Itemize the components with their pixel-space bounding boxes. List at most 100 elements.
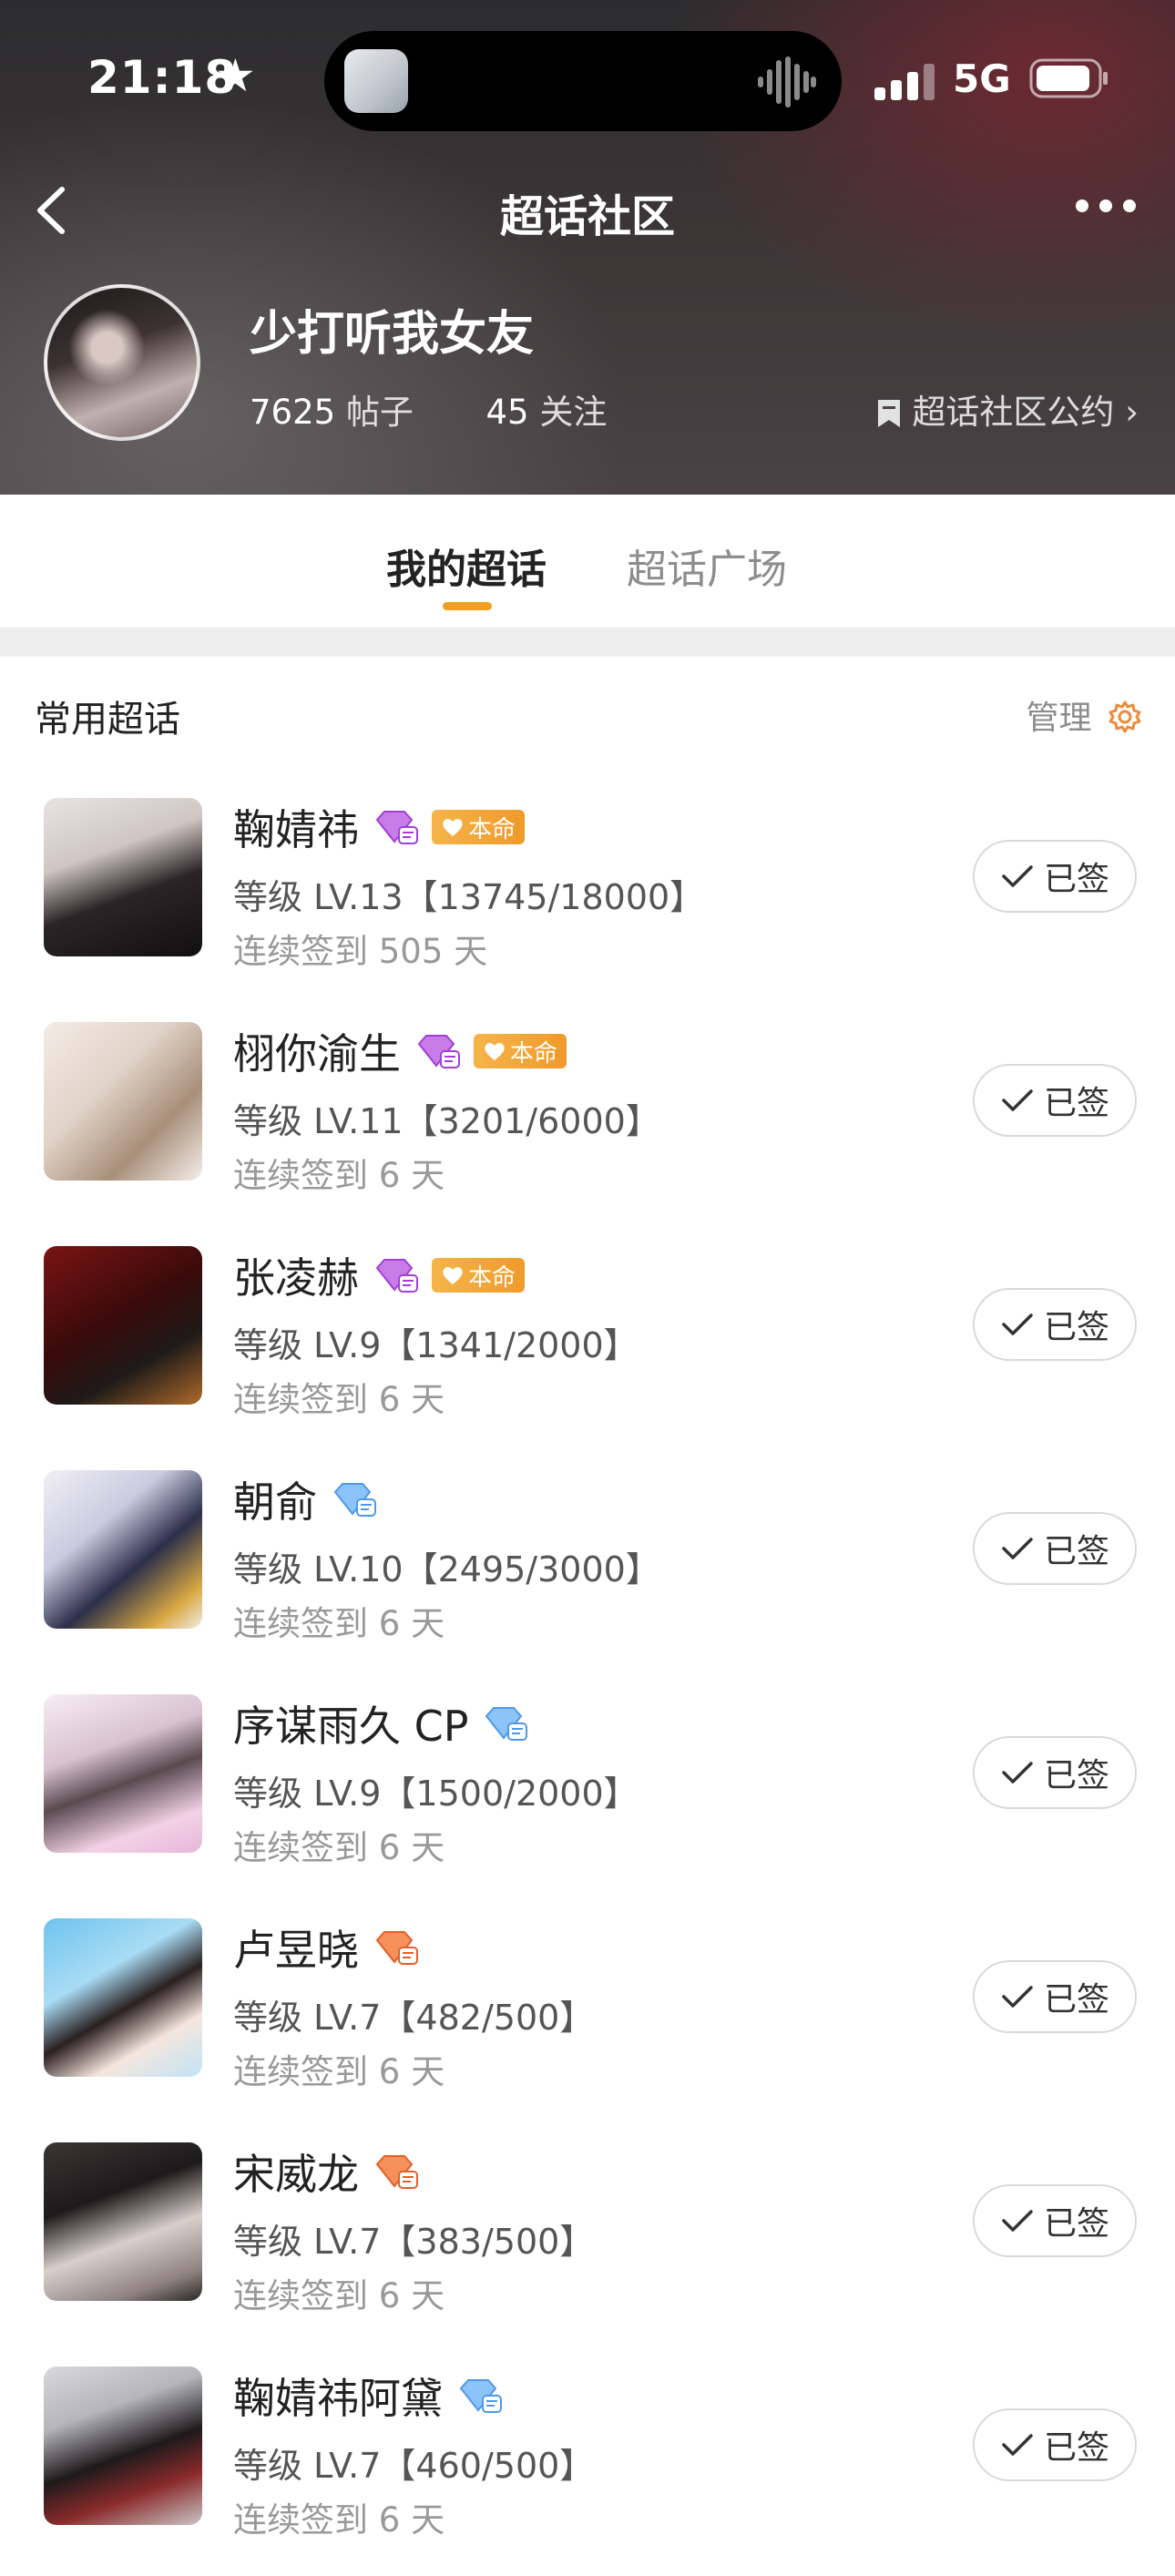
community-rules-label: 超话社区公约 — [912, 393, 1115, 432]
orange-diamond-badge-icon — [375, 2155, 418, 2189]
list-item[interactable]: 栩你渝生 本命 等级 LV.11【3201/6000】 连续签到 6 天 已签 — [0, 1007, 1175, 1232]
check-icon — [1002, 1314, 1033, 1335]
topic-name: 鞠婧祎 — [233, 805, 359, 854]
purple-diamond-badge-icon — [375, 1259, 418, 1293]
list-item[interactable]: 朝俞 等级 LV.10【2495/3000】 连续签到 6 天 已签 — [0, 1456, 1175, 1680]
username: 少打听我女友 — [250, 307, 535, 362]
signin-streak: 连续签到 6 天 — [233, 2052, 445, 2091]
purple-diamond-badge-icon — [417, 1035, 460, 1068]
check-icon — [1002, 2210, 1033, 2232]
signed-button[interactable]: 已签 — [973, 2408, 1137, 2481]
topic-level: 等级 LV.13【13745/18000】 — [233, 877, 705, 917]
blue-diamond-badge-icon — [333, 1483, 376, 1517]
profile-stats: 7625 帖子 45 关注 — [250, 384, 607, 434]
signin-streak: 连续签到 6 天 — [233, 1380, 445, 1419]
list-item[interactable]: 张凌赫 本命 等级 LV.9【1341/2000】 连续签到 6 天 已签 — [0, 1232, 1175, 1456]
signed-button[interactable]: 已签 — [973, 1736, 1137, 1809]
purple-diamond-badge-icon — [375, 811, 418, 844]
topic-thumbnail — [44, 1694, 202, 1853]
topic-thumbnail — [44, 2366, 202, 2525]
topic-name: 朝俞 — [233, 1477, 317, 1527]
now-playing-thumbnail — [344, 49, 408, 113]
signed-button[interactable]: 已签 — [973, 1512, 1137, 1585]
topic-thumbnail — [44, 1470, 202, 1629]
benming-badge: 本命 — [432, 810, 526, 844]
chevron-right-icon: › — [1125, 393, 1139, 432]
page-title: 超话社区 — [499, 191, 675, 242]
signin-streak: 连续签到 6 天 — [233, 1828, 445, 1867]
topic-list: 鞠婧祎 本命 等级 LV.13【13745/18000】 连续签到 505 天 … — [0, 783, 1175, 2576]
manage-label: 管理 — [1026, 700, 1092, 737]
list-item[interactable]: 序谋雨久 CP 等级 LV.9【1500/2000】 连续签到 6 天 已签 — [0, 1680, 1175, 1904]
list-item[interactable]: 宋威龙 等级 LV.7【383/500】 连续签到 6 天 已签 — [0, 2128, 1175, 2352]
topic-level: 等级 LV.9【1341/2000】 — [233, 1325, 639, 1365]
orange-diamond-badge-icon — [375, 1931, 418, 1965]
posts-label[interactable]: 帖子 — [346, 393, 414, 432]
heart-icon — [443, 1267, 463, 1284]
benming-badge: 本命 — [474, 1034, 567, 1068]
posts-count[interactable]: 7625 — [250, 393, 335, 432]
avatar[interactable] — [44, 284, 200, 441]
dynamic-island[interactable] — [324, 31, 842, 131]
signin-streak: 连续签到 6 天 — [233, 1604, 445, 1643]
nav-bar: 超话社区 — [0, 164, 1175, 255]
signed-button[interactable]: 已签 — [973, 1288, 1137, 1361]
signed-button[interactable]: 已签 — [973, 840, 1137, 913]
topic-thumbnail — [44, 1022, 202, 1181]
tab-topic-square[interactable]: 超话广场 — [627, 537, 787, 595]
heart-icon — [485, 1043, 505, 1060]
tab-my-topics[interactable]: 我的超话 — [386, 537, 547, 595]
list-item[interactable]: 鞠婧祎阿黛 等级 LV.7【460/500】 连续签到 6 天 已签 — [0, 2352, 1175, 2576]
signin-streak: 连续签到 6 天 — [233, 1156, 445, 1195]
manage-button[interactable]: 管理 — [1027, 691, 1142, 739]
signin-streak: 连续签到 505 天 — [233, 932, 488, 971]
topic-name: 序谋雨久 CP — [233, 1702, 469, 1751]
check-icon — [1002, 2434, 1033, 2456]
topic-thumbnail — [44, 1246, 202, 1405]
gear-icon — [1109, 700, 1141, 733]
check-icon — [1002, 1762, 1033, 1784]
signed-button[interactable]: 已签 — [973, 1960, 1137, 2033]
following-count[interactable]: 45 — [485, 393, 528, 432]
more-icon[interactable] — [1073, 195, 1139, 217]
topic-name: 卢昱晓 — [233, 1926, 359, 1975]
user-profile: 少打听我女友 7625 帖子 45 关注 超话社区公约 › — [0, 282, 1175, 455]
topic-name: 张凌赫 — [233, 1253, 359, 1303]
list-item[interactable]: 卢昱晓 等级 LV.7【482/500】 连续签到 6 天 已签 — [0, 1904, 1175, 2128]
active-tab-indicator — [443, 602, 492, 610]
blue-diamond-badge-icon — [485, 1707, 528, 1741]
audio-wave-icon — [758, 56, 816, 107]
topic-level: 等级 LV.7【460/500】 — [233, 2446, 595, 2486]
topic-thumbnail — [44, 798, 202, 956]
divider — [0, 628, 1175, 657]
community-rules-link[interactable]: 超话社区公约 › — [875, 384, 1139, 434]
network-type: 5G — [953, 56, 1011, 101]
signed-button[interactable]: 已签 — [973, 2184, 1137, 2257]
topic-level: 等级 LV.10【2495/3000】 — [233, 1549, 660, 1590]
list-item[interactable]: 鞠婧祎 本命 等级 LV.13【13745/18000】 连续签到 505 天 … — [0, 783, 1175, 1007]
tab-bar: 我的超话 超话广场 — [0, 495, 1175, 628]
status-bar: 21:18 ★ 5G — [0, 0, 1175, 155]
cellular-signal-icon — [874, 64, 935, 100]
topic-name: 宋威龙 — [233, 2150, 359, 2199]
topic-thumbnail — [44, 1918, 202, 2077]
star-icon: ★ — [215, 49, 256, 102]
topic-level: 等级 LV.9【1500/2000】 — [233, 1774, 639, 1814]
check-icon — [1002, 1986, 1033, 2008]
check-icon — [1002, 1538, 1033, 1559]
topic-name: 鞠婧祎阿黛 — [233, 2374, 443, 2423]
topic-thumbnail — [44, 2142, 202, 2301]
battery-icon — [1029, 58, 1108, 98]
signed-button[interactable]: 已签 — [973, 1064, 1137, 1137]
bookmark-icon — [878, 400, 901, 427]
blue-diamond-badge-icon — [459, 2379, 502, 2413]
check-icon — [1002, 1089, 1033, 1111]
check-icon — [1002, 865, 1033, 887]
signin-streak: 连续签到 6 天 — [233, 2276, 445, 2315]
benming-badge: 本命 — [432, 1258, 526, 1293]
community-header: 21:18 ★ 5G 超话社区 少打听我女友 7625 帖子 45 关注 超话社… — [0, 0, 1175, 495]
following-label[interactable]: 关注 — [539, 393, 607, 432]
section-title: 常用超话 — [35, 699, 180, 741]
topic-level: 等级 LV.7【383/500】 — [233, 2222, 595, 2262]
signin-streak: 连续签到 6 天 — [233, 2500, 445, 2540]
